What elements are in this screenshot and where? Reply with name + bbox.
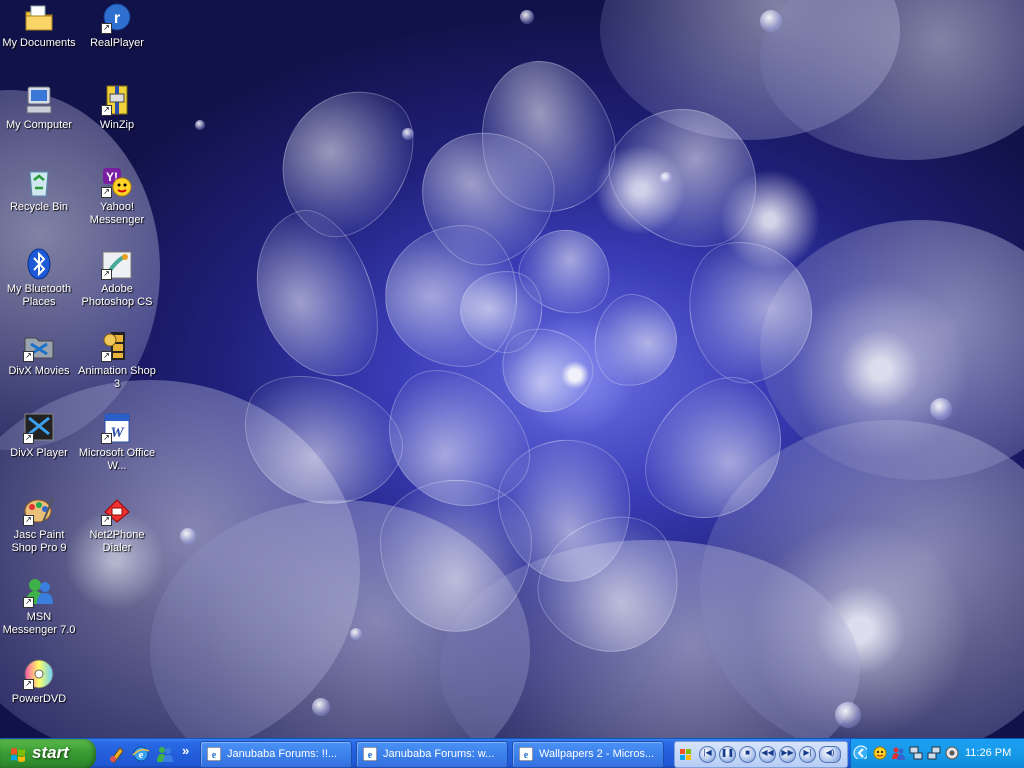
internet-explorer-icon: e — [207, 747, 221, 761]
windows-flag-icon — [11, 748, 25, 762]
task-button-wallpapers[interactable]: e Wallpapers 2 - Micros... — [512, 741, 664, 768]
desktop-icon-label: My Bluetooth Places — [6, 283, 72, 308]
msn-messenger-icon: ↗ — [23, 576, 55, 608]
internet-explorer-icon: e — [363, 747, 377, 761]
bluetooth-icon — [23, 248, 55, 280]
rewind-button[interactable]: ◀◀ — [759, 746, 776, 763]
word-icon: W ↗ — [101, 412, 133, 444]
svg-text:e: e — [368, 750, 373, 761]
desktop-icon-winzip[interactable]: ↗ WinZip — [78, 84, 156, 132]
desktop-icon-net2phone[interactable]: ↗ Net2Phone Dialer — [78, 494, 156, 555]
net2phone-icon: ↗ — [101, 494, 133, 526]
svg-text:W: W — [110, 425, 125, 441]
network-tray-icon-2[interactable] — [927, 746, 941, 760]
desktop-icon-label: DivX Movies — [8, 365, 70, 377]
desktop-icon-label: Net2Phone Dialer — [89, 529, 145, 554]
desktop-icon-realplayer[interactable]: r ↗ RealPlayer — [78, 2, 156, 50]
task-button-label: Janubaba Forums: w... — [383, 748, 495, 760]
powerdvd-icon: ↗ — [23, 658, 55, 690]
desktop-icon-label: Adobe Photoshop CS — [81, 283, 153, 308]
desktop-icon-label: WinZip — [99, 119, 135, 131]
pause-button[interactable]: ❚❚ — [719, 746, 736, 763]
yahoo-tray-icon[interactable] — [873, 746, 887, 760]
svg-text:e: e — [212, 750, 217, 761]
realplayer-icon: r ↗ — [101, 2, 133, 34]
start-button[interactable]: start — [0, 739, 96, 768]
divx-movies-icon: ↗ — [23, 330, 55, 362]
quick-launch-chevron[interactable]: » — [182, 743, 189, 758]
internet-explorer-icon: e — [519, 747, 533, 761]
users-tray-icon[interactable] — [891, 746, 905, 760]
fast-forward-button[interactable]: ▶▶ — [779, 746, 796, 763]
stop-button[interactable]: ■ — [739, 746, 756, 763]
network-tray-icon[interactable] — [909, 746, 923, 760]
internet-explorer-icon[interactable]: e — [132, 745, 150, 763]
collapse-arrow-icon[interactable] — [853, 745, 867, 759]
task-button-label: Janubaba Forums: !!... — [227, 748, 338, 760]
divx-player-icon: ↗ — [23, 412, 55, 444]
start-label: start — [32, 743, 69, 762]
winzip-icon: ↗ — [101, 84, 133, 116]
desktop-icon-label: DivX Player — [10, 447, 68, 459]
speaker-tray-icon[interactable] — [945, 746, 959, 760]
yahoo-messenger-icon: Y! ↗ — [101, 166, 133, 198]
desktop-icon-label: My Computer — [5, 119, 73, 131]
desktop-icon-powerdvd[interactable]: ↗ PowerDVD — [0, 658, 78, 706]
desktop-icon-microsoft-word[interactable]: W ↗ Microsoft Office W... — [78, 412, 156, 473]
desktop-icon-my-documents[interactable]: My Documents — [0, 2, 78, 50]
desktop-icon-divx-player[interactable]: ↗ DivX Player — [0, 412, 78, 460]
desktop-icon-label: RealPlayer — [90, 37, 144, 49]
animation-shop-icon: ↗ — [101, 330, 133, 362]
media-player-toolbar: |◀ ❚❚ ■ ◀◀ ▶▶ ▶| ◀) — [674, 741, 848, 768]
desktop-icon-animation-shop[interactable]: ↗ Animation Shop 3 — [78, 330, 156, 391]
my-documents-icon — [23, 2, 55, 34]
desktop-icon-label: My Documents — [2, 37, 76, 49]
windows-media-logo-icon — [680, 749, 691, 760]
desktop-icon-label: MSN Messenger 7.0 — [2, 611, 76, 636]
task-button-janubaba-2[interactable]: e Janubaba Forums: w... — [356, 741, 508, 768]
desktop-icon-my-computer[interactable]: My Computer — [0, 84, 78, 132]
desktop-icon-label: Microsoft Office W... — [78, 447, 156, 472]
desktop-icon-yahoo-messenger[interactable]: Y! ↗ Yahoo! Messenger — [78, 166, 156, 227]
svg-text:e: e — [524, 750, 529, 761]
taskbar: start e » e Janubaba Forums: !!... e Jan… — [0, 738, 1024, 768]
photoshop-icon: ↗ — [101, 248, 133, 280]
desktop-icon-recycle-bin[interactable]: Recycle Bin — [0, 166, 78, 214]
desktop-icon-label: Recycle Bin — [9, 201, 69, 213]
desktop-icon-paint-shop-pro[interactable]: ↗ Jasc Paint Shop Pro 9 — [0, 494, 78, 555]
desktop-icon-label: Yahoo! Messenger — [89, 201, 145, 226]
clock[interactable]: 11:26 PM — [965, 747, 1011, 759]
desktop-icon-divx-movies[interactable]: ↗ DivX Movies — [0, 330, 78, 378]
svg-text:r: r — [114, 10, 120, 27]
desktop-icon-photoshop[interactable]: ↗ Adobe Photoshop CS — [78, 248, 156, 309]
messenger-icon[interactable] — [156, 745, 174, 763]
task-button-janubaba-1[interactable]: e Janubaba Forums: !!... — [200, 741, 352, 768]
my-computer-icon — [23, 84, 55, 116]
volume-button[interactable]: ◀) — [819, 746, 841, 763]
task-button-label: Wallpapers 2 - Micros... — [539, 748, 655, 760]
recycle-bin-icon — [23, 166, 55, 198]
system-tray: 11:26 PM — [850, 739, 1024, 768]
media-icon[interactable] — [108, 745, 126, 763]
previous-button[interactable]: |◀ — [699, 746, 716, 763]
next-button[interactable]: ▶| — [799, 746, 816, 763]
desktop-icon-bluetooth[interactable]: My Bluetooth Places — [0, 248, 78, 309]
desktop-icon-label: PowerDVD — [11, 693, 67, 705]
desktop-icon-msn-messenger[interactable]: ↗ MSN Messenger 7.0 — [0, 576, 78, 637]
paint-shop-pro-icon: ↗ — [23, 494, 55, 526]
desktop-icon-label: Animation Shop 3 — [78, 365, 156, 390]
desktop-icon-label: Jasc Paint Shop Pro 9 — [11, 529, 67, 554]
